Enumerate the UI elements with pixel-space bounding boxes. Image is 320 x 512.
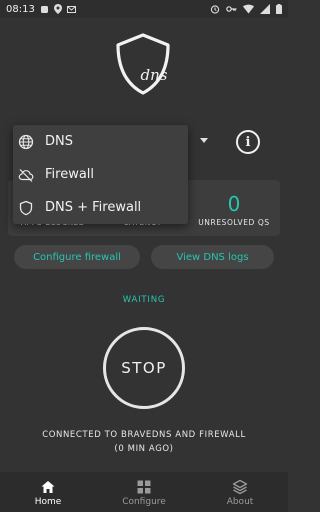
cloud-off-icon (18, 168, 34, 182)
nav-label: Configure (122, 497, 166, 507)
stat-unresolved: 0 UNRESOLVED QS (188, 180, 280, 236)
bottom-navigation: Home Configure About (0, 472, 288, 512)
menu-item-label: DNS (45, 134, 73, 149)
signal-icon (260, 4, 270, 14)
alarm-icon (210, 5, 220, 14)
battery-icon (276, 4, 282, 14)
bravedns-logo: dns (116, 33, 170, 95)
location-icon (53, 4, 62, 14)
shield-icon (19, 200, 33, 215)
chevron-down-icon[interactable] (200, 138, 208, 143)
menu-item-dns[interactable]: DNS (13, 125, 188, 158)
menu-item-label: Firewall (45, 167, 95, 182)
vpn-key-icon (226, 6, 237, 12)
wifi-icon (243, 4, 254, 14)
menu-item-dns-firewall[interactable]: DNS + Firewall (13, 191, 188, 224)
nav-home[interactable]: Home (0, 472, 96, 512)
connection-status: WAITING (122, 295, 166, 305)
view-dns-logs-button[interactable]: View DNS logs (151, 245, 274, 269)
gmail-icon (66, 5, 76, 13)
stat-unresolved-value: 0 (227, 192, 241, 216)
info-button[interactable]: i (236, 130, 260, 154)
layers-icon (232, 479, 248, 495)
grid-icon (137, 480, 151, 494)
svg-text:dns: dns (141, 66, 168, 84)
menu-item-firewall[interactable]: Firewall (13, 158, 188, 191)
connected-text: CONNECTED TO BRAVEDNS AND FIREWALL (42, 430, 246, 440)
status-bar: 08:13 (0, 0, 288, 18)
nav-label: About (226, 497, 254, 507)
nav-label: Home (34, 497, 62, 507)
nav-about[interactable]: About (192, 472, 288, 512)
mode-dropdown-menu: DNS Firewall DNS + Firewall (13, 125, 188, 224)
home-icon (41, 481, 55, 493)
globe-icon (18, 134, 34, 149)
menu-item-label: DNS + Firewall (45, 200, 142, 215)
connected-time: (0 MIN AGO) (114, 444, 174, 454)
configure-firewall-button[interactable]: Configure firewall (14, 245, 140, 269)
stat-unresolved-label: UNRESOLVED QS (198, 218, 270, 227)
notification-icon (40, 5, 48, 13)
nav-configure[interactable]: Configure (96, 472, 192, 512)
stop-button[interactable]: STOP (103, 327, 185, 409)
status-time: 08:13 (6, 3, 35, 15)
info-icon: i (245, 134, 251, 150)
